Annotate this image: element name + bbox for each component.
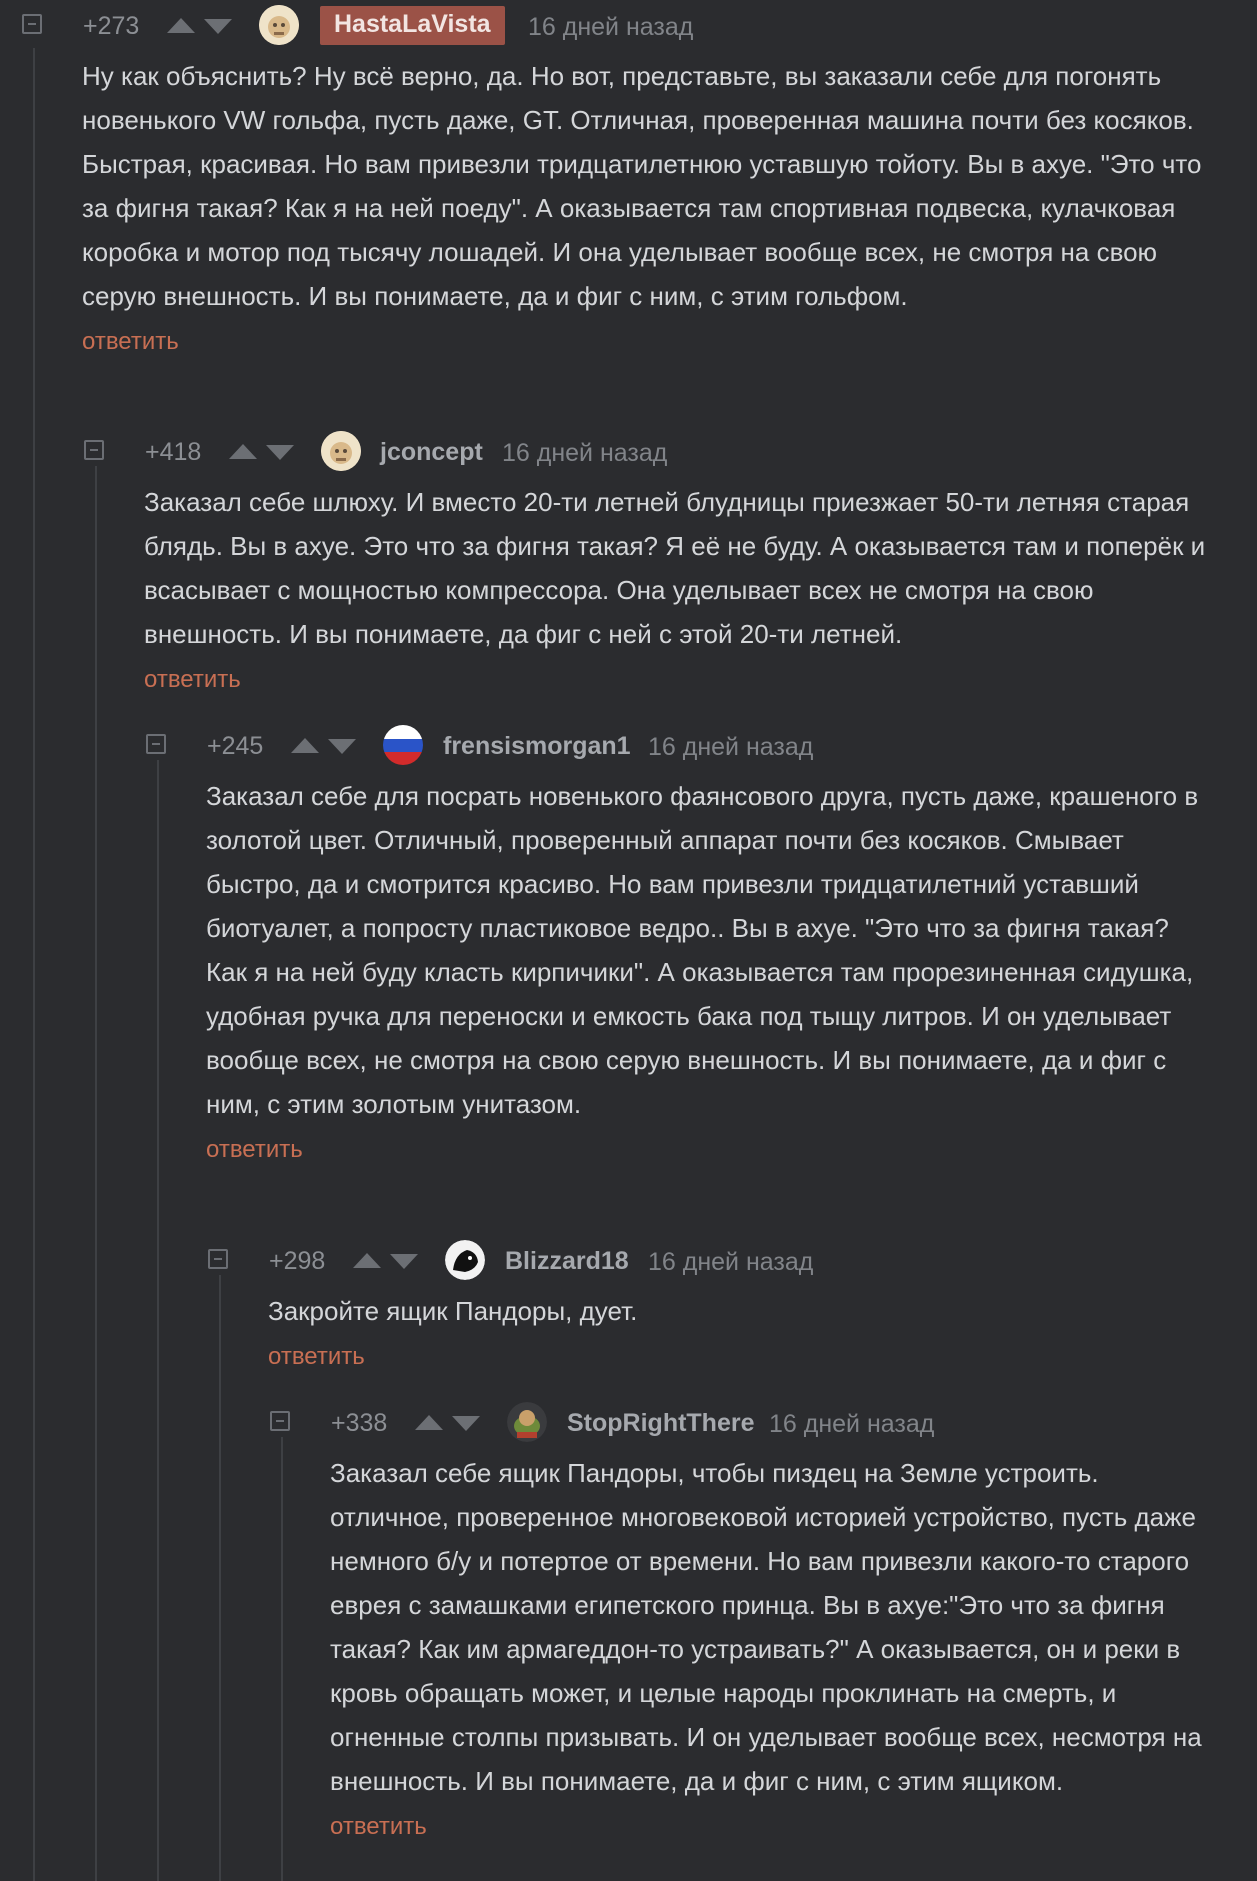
comment-rating: +298 xyxy=(269,1247,326,1275)
comment-text: Заказал себе ящик Пандоры, чтобы пиздец … xyxy=(330,1458,1202,1796)
collapse-icon[interactable] xyxy=(84,440,104,460)
arrow-down-icon[interactable] xyxy=(390,1254,418,1269)
collapse-icon[interactable] xyxy=(22,14,42,34)
comment-header: +338 StopRightThere 16 дней назад xyxy=(0,1399,1257,1447)
comment: +245 frensismorgan1 16 дней назад Заказа… xyxy=(0,722,1257,1170)
arrow-down-icon[interactable] xyxy=(328,739,356,754)
comment-header: +298 Blizzard18 16 дней назад xyxy=(0,1237,1257,1285)
comment-text: Ну как объяснить? Ну всё верно, да. Но в… xyxy=(82,61,1202,311)
reply-link[interactable]: ответить xyxy=(330,1807,450,1847)
arrow-down-icon[interactable] xyxy=(204,19,232,34)
collapse-icon[interactable] xyxy=(208,1249,228,1269)
comment-text: Закройте ящик Пандоры, дует. xyxy=(268,1296,638,1326)
comment-header: +418 jconcept 16 дней назад xyxy=(0,428,1257,476)
arrow-up-icon[interactable] xyxy=(167,18,195,33)
avatar[interactable] xyxy=(383,725,423,765)
comment-date[interactable]: 16 дней назад xyxy=(769,1410,934,1439)
comment-rating: +273 xyxy=(83,12,140,40)
reply-link[interactable]: ответить xyxy=(206,1130,326,1170)
comment-header: +245 frensismorgan1 16 дней назад xyxy=(0,722,1257,770)
comment-rating: +418 xyxy=(145,438,202,466)
arrow-down-icon[interactable] xyxy=(452,1416,480,1431)
comment-date[interactable]: 16 дней назад xyxy=(648,1248,813,1277)
avatar[interactable] xyxy=(507,1402,547,1442)
reply-link[interactable]: ответить xyxy=(144,660,264,700)
comment: +273 HastaLaVista 16 дней назад Ну как о… xyxy=(0,2,1257,362)
avatar[interactable] xyxy=(321,431,361,471)
collapse-icon[interactable] xyxy=(146,734,166,754)
arrow-up-icon[interactable] xyxy=(229,444,257,459)
comment-text: Заказал себе шлюху. И вместо 20-ти летне… xyxy=(144,487,1206,649)
comment-rating: +338 xyxy=(331,1409,388,1437)
comment: +418 jconcept 16 дней назад Заказал себе… xyxy=(0,428,1257,700)
username[interactable]: jconcept xyxy=(380,438,483,467)
comment: +338 StopRightThere 16 дней назад Заказа… xyxy=(0,1399,1257,1847)
reply-link[interactable]: ответить xyxy=(82,322,202,362)
reply-link[interactable]: ответить xyxy=(268,1337,388,1377)
comment-date[interactable]: 16 дней назад xyxy=(648,733,813,762)
arrow-down-icon[interactable] xyxy=(266,445,294,460)
avatar[interactable] xyxy=(445,1240,485,1280)
username[interactable]: StopRightThere xyxy=(567,1409,755,1438)
comment-text: Заказал себе для посрать новенького фаян… xyxy=(206,781,1199,1119)
username[interactable]: HastaLaVista xyxy=(320,6,505,45)
comment: +298 Blizzard18 16 дней назад Закройте я… xyxy=(0,1237,1257,1377)
comment-rating: +245 xyxy=(207,732,264,760)
username[interactable]: Blizzard18 xyxy=(505,1247,629,1276)
collapse-icon[interactable] xyxy=(270,1411,290,1431)
comment-date[interactable]: 16 дней назад xyxy=(502,439,667,468)
avatar[interactable] xyxy=(259,5,299,45)
comment-header: +273 HastaLaVista 16 дней назад xyxy=(0,2,1257,50)
comment-date[interactable]: 16 дней назад xyxy=(528,13,693,42)
username[interactable]: frensismorgan1 xyxy=(443,732,631,761)
arrow-up-icon[interactable] xyxy=(291,738,319,753)
comment-thread: +273 HastaLaVista 16 дней назад Ну как о… xyxy=(0,0,1257,1881)
arrow-up-icon[interactable] xyxy=(353,1253,381,1268)
arrow-up-icon[interactable] xyxy=(415,1415,443,1430)
